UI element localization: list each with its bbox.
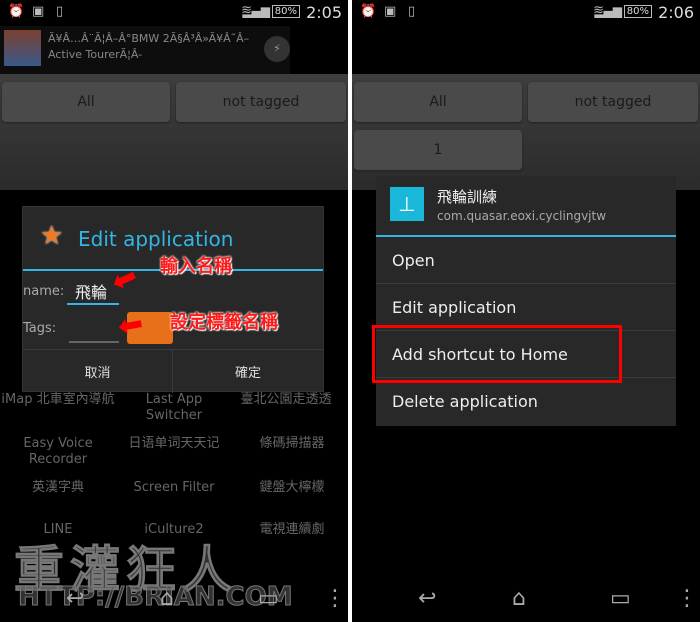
image-icon: ▣ — [32, 4, 45, 19]
annotation-name: 輸入名稱 — [160, 256, 232, 277]
menu-item-add-shortcut[interactable]: Add shortcut to Home — [376, 331, 676, 378]
menu-icon[interactable]: ⋮ — [324, 586, 346, 611]
right-screen: ⏰ ▣ ▯ ≋ ▂▄▆ 80% 2:06 All not tagged 1 ⊥ … — [352, 0, 700, 622]
app-item[interactable]: Easy Voice Recorder — [0, 436, 116, 468]
app-package: com.quasar.eoxi.cyclingvjtw — [437, 209, 607, 223]
status-bar: ⏰ ▣ ▯ ≋ ▂▄▆ 80% 2:05 — [0, 0, 348, 26]
signal-icon: ▂▄▆ — [594, 4, 622, 18]
tags-input[interactable] — [69, 323, 119, 343]
home-icon[interactable]: ⌂ — [160, 586, 174, 611]
app-item[interactable]: 臺北公園走透透 — [228, 392, 344, 408]
edit-application-dialog: ★ Edit application name: 飛輪 Tags: 取消 確定 — [22, 206, 324, 393]
app-item[interactable]: 條碼掃描器 — [234, 436, 348, 452]
tag-not-tagged-button[interactable]: not tagged — [176, 82, 346, 122]
name-input[interactable]: 飛輪 — [67, 279, 119, 305]
left-screen: ⏰ ▣ ▯ ≋ ▂▄▆ 80% 2:05 Ã¥Â…Â¨Ã¦Â–Â°BMW 2Ã§… — [0, 0, 348, 622]
dialog-title: Edit application — [78, 227, 234, 251]
app-name: 飛輪訓練 — [437, 188, 498, 206]
notification-thumbnail — [4, 30, 41, 66]
notification-title: Ã¥Â…Â¨Ã¦Â–Â°BMW 2Ã§Â³Â»Ã¥Â˜Â– — [48, 32, 250, 45]
app-item[interactable]: 英漢字典 — [0, 480, 116, 496]
tag-1-button[interactable]: 1 — [354, 130, 522, 170]
notification-app-icon: ⚡ — [264, 36, 290, 62]
name-label: name: — [23, 284, 65, 299]
battery-indicator: 80% — [271, 5, 300, 18]
nav-bar: ↩ ⌂ ▭ ⋮ — [0, 578, 348, 622]
app-item[interactable]: 電視連續劇 — [234, 522, 348, 538]
home-icon[interactable]: ⌂ — [512, 586, 526, 611]
menu-item-edit-application[interactable]: Edit application — [376, 284, 676, 331]
menu-item-open[interactable]: Open — [376, 237, 676, 284]
menu-icon[interactable]: ⋮ — [676, 586, 698, 611]
notification-banner[interactable]: Ã¥Â…Â¨Ã¦Â–Â°BMW 2Ã§Â³Â»Ã¥Â˜Â– Active Tou… — [0, 26, 290, 74]
app-context-menu: ⊥ 飛輪訓練 com.quasar.eoxi.cyclingvjtw Open … — [376, 176, 676, 426]
cycling-app-icon: ⊥ — [390, 187, 424, 221]
tag-not-tagged-button[interactable]: not tagged — [528, 82, 698, 122]
recents-icon[interactable]: ▭ — [610, 586, 631, 611]
menu-item-delete-application[interactable]: Delete application — [376, 378, 676, 425]
annotation-tags: 設定標籤名稱 — [170, 312, 278, 333]
tag-all-button[interactable]: All — [2, 82, 170, 122]
menu-header: ⊥ 飛輪訓練 com.quasar.eoxi.cyclingvjtw — [376, 176, 676, 237]
battery-indicator: 80% — [623, 5, 652, 18]
app-item[interactable]: Last App Switcher — [116, 392, 232, 424]
phone-icon: ▯ — [408, 4, 416, 19]
tags-label: Tags: — [23, 321, 57, 336]
clock: 2:06 — [658, 3, 694, 22]
signal-icon: ▂▄▆ — [242, 4, 270, 18]
tag-all-button[interactable]: All — [354, 82, 522, 122]
alarm-icon: ⏰ — [360, 4, 377, 19]
cancel-button[interactable]: 取消 — [23, 349, 173, 393]
app-item[interactable]: 鍵盤大檸檬 — [234, 480, 348, 496]
status-bar: ⏰ ▣ ▯ ≋ ▂▄▆ 80% 2:06 — [352, 0, 700, 26]
phone-icon: ▯ — [56, 4, 64, 19]
app-item[interactable]: iMap 北車室內導航 — [0, 392, 116, 408]
alarm-icon: ⏰ — [8, 4, 25, 19]
notification-text: Active TourerÃ¦Â- — [48, 48, 143, 61]
ok-button[interactable]: 確定 — [173, 349, 323, 393]
nav-bar: ↩ ⌂ ▭ ⋮ — [352, 578, 700, 622]
back-icon[interactable]: ↩ — [66, 586, 84, 611]
clock: 2:05 — [306, 3, 342, 22]
app-item[interactable]: Screen Filter — [116, 480, 232, 496]
star-icon: ★ — [40, 221, 64, 251]
recents-icon[interactable]: ▭ — [258, 586, 279, 611]
app-item[interactable]: 日语单词天天记 — [116, 436, 232, 452]
back-icon[interactable]: ↩ — [418, 586, 436, 611]
image-icon: ▣ — [384, 4, 397, 19]
